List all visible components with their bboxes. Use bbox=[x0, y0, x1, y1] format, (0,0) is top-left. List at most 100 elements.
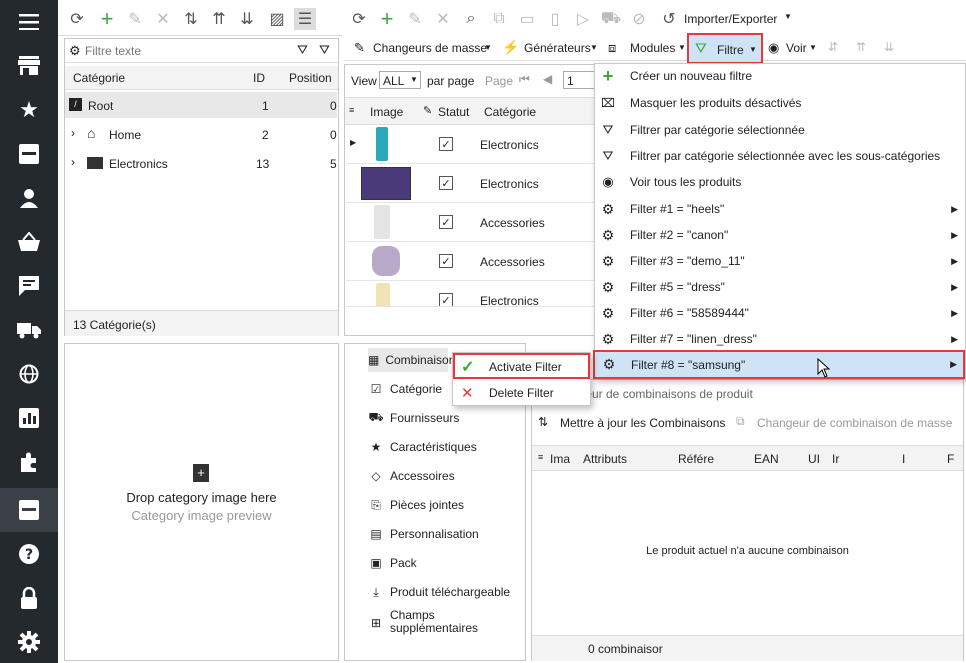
filter-menu-item[interactable]: ⛛ Filtrer par catégorie sélectionnée bbox=[594, 117, 964, 143]
move-folder-icon[interactable]: ▷ bbox=[572, 8, 594, 30]
prev-page-icon[interactable]: ◀ bbox=[543, 72, 552, 86]
tab-pack[interactable]: ▣ Pack bbox=[368, 551, 416, 575]
view-select[interactable]: ALL ▼ bbox=[379, 71, 421, 89]
col-isbn[interactable]: Ir bbox=[832, 452, 839, 466]
paste-icon[interactable]: ▭ bbox=[516, 8, 538, 30]
move-up-icon[interactable]: ⇈ bbox=[208, 8, 230, 30]
tab-suppliers[interactable]: ⛟ Fournisseurs bbox=[368, 406, 459, 430]
status-checkbox[interactable]: ✓ bbox=[439, 293, 453, 306]
row-menu-icon[interactable]: ≡ bbox=[349, 105, 354, 115]
col-final[interactable]: F bbox=[947, 452, 954, 466]
sort-alpha-icon[interactable]: ⇵ bbox=[828, 40, 838, 54]
category-row-root[interactable]: / Root 1 0 bbox=[65, 92, 337, 118]
col-ean[interactable]: EAN bbox=[754, 452, 779, 466]
store-icon[interactable] bbox=[17, 54, 41, 78]
inbox-icon[interactable] bbox=[17, 142, 41, 166]
col-image[interactable]: Ima bbox=[550, 452, 570, 466]
category-row-electronics[interactable]: › Electronics 13 5 bbox=[65, 150, 337, 176]
col-category[interactable]: Catégorie bbox=[484, 105, 536, 119]
filter-menu-item[interactable]: ⚙ Filter #5 = "dress" ▶ bbox=[594, 274, 964, 300]
clear-filter-icon[interactable]: ⛛ bbox=[319, 42, 330, 58]
move-up-products-icon[interactable]: ⇈ bbox=[856, 40, 866, 54]
generators-button[interactable]: Générateurs bbox=[524, 41, 591, 55]
col-status[interactable]: Statut bbox=[438, 105, 469, 119]
star-icon[interactable]: ★ bbox=[17, 97, 41, 122]
mass-combination-changer[interactable]: Changeur de combinaison de masse bbox=[757, 416, 952, 430]
tab-downloadable[interactable]: ⤓ Produit téléchargeable bbox=[368, 580, 510, 604]
tab-attachments[interactable]: ⎘ Pièces jointes bbox=[368, 493, 464, 517]
delete-filter-item[interactable]: ✕ Delete Filter bbox=[453, 380, 590, 406]
col-position[interactable]: Position bbox=[289, 71, 332, 85]
col-impact[interactable]: I bbox=[902, 452, 905, 466]
filter-menu-item[interactable]: ⚙ Filter #7 = "linen_dress" ▶ bbox=[594, 326, 964, 352]
modules-button[interactable]: Modules bbox=[630, 41, 675, 55]
image-edit-icon[interactable]: ▨ bbox=[266, 8, 288, 30]
user-icon[interactable] bbox=[17, 186, 41, 210]
unlink-icon[interactable]: ⊘ bbox=[628, 8, 650, 30]
update-combinations-button[interactable]: Mettre à jour les Combinaisons bbox=[560, 416, 725, 430]
settings-gear-icon[interactable] bbox=[17, 630, 41, 654]
filter-menu-item[interactable]: ⚙ Filter #1 = "heels" ▶ bbox=[594, 196, 964, 222]
row-menu-icon[interactable]: ≡ bbox=[538, 452, 543, 462]
move-down-products-icon[interactable]: ⇊ bbox=[884, 40, 894, 54]
col-attributes[interactable]: Attributs bbox=[583, 452, 627, 466]
product-row[interactable]: ▶ ✓ Electronics bbox=[346, 125, 596, 164]
tab-extra-fields[interactable]: ⊞ Champs supplémentaires bbox=[368, 609, 490, 637]
col-upc[interactable]: UI bbox=[808, 452, 820, 466]
delete-icon[interactable]: ✕ bbox=[152, 8, 174, 30]
basket-icon[interactable] bbox=[17, 230, 41, 254]
tab-features[interactable]: ★ Caractéristiques bbox=[368, 435, 477, 459]
filter-menu-item[interactable]: ⛛ Filtrer par catégorie sélectionnée avec… bbox=[594, 143, 964, 169]
truck-assign-icon[interactable]: ⛟ bbox=[600, 8, 622, 30]
expand-chevron-icon[interactable]: › bbox=[71, 126, 75, 140]
status-checkbox[interactable]: ✓ bbox=[439, 215, 453, 229]
col-category[interactable]: Catégorie bbox=[73, 71, 125, 85]
catalog-icon[interactable] bbox=[17, 498, 41, 522]
add-icon[interactable]: + bbox=[96, 6, 118, 31]
view-button[interactable]: Voir bbox=[786, 41, 807, 55]
help-icon[interactable]: ? bbox=[17, 542, 41, 566]
globe-icon[interactable] bbox=[17, 362, 41, 386]
product-row[interactable]: ✓ Electronics bbox=[346, 281, 596, 307]
sort-icon[interactable]: ⇅ bbox=[180, 8, 202, 30]
filter-menu-item[interactable]: ⌧ Masquer les produits désactivés bbox=[594, 90, 964, 116]
filter-menu-item[interactable]: ⚙ Filter #6 = "58589444" ▶ bbox=[594, 300, 964, 326]
mass-changers-button[interactable]: Changeurs de masse bbox=[373, 41, 487, 55]
status-checkbox[interactable]: ✓ bbox=[439, 176, 453, 190]
col-id[interactable]: ID bbox=[253, 71, 265, 85]
import-export-caret-icon[interactable]: ▼ bbox=[784, 12, 792, 21]
lock-icon[interactable] bbox=[17, 586, 41, 610]
filter-menu-item[interactable]: ⚙ Filter #8 = "samsung" ▶ bbox=[593, 350, 965, 379]
settings-small-icon[interactable]: ⚙ bbox=[69, 43, 81, 59]
tab-category[interactable]: ☑ Catégorie bbox=[368, 377, 442, 401]
col-image[interactable]: Image bbox=[370, 105, 403, 119]
import-export-button[interactable]: Importer/Exporter bbox=[684, 12, 777, 26]
add-product-icon[interactable]: + bbox=[376, 6, 398, 31]
refresh-icon[interactable]: ⟳ bbox=[66, 8, 88, 30]
truck-icon[interactable] bbox=[17, 318, 41, 342]
product-row[interactable]: ✓ Accessories bbox=[346, 242, 596, 281]
duplicate-icon[interactable]: ▯ bbox=[544, 8, 566, 30]
product-row[interactable]: ✓ Electronics bbox=[346, 164, 596, 203]
category-filter-input[interactable] bbox=[85, 41, 285, 61]
product-row[interactable]: ✓ Accessories bbox=[346, 203, 596, 242]
status-checkbox[interactable]: ✓ bbox=[439, 254, 453, 268]
refresh-products-icon[interactable]: ⟳ bbox=[348, 8, 370, 30]
puzzle-icon[interactable] bbox=[17, 450, 41, 474]
expand-chevron-icon[interactable]: › bbox=[71, 155, 75, 169]
delete-product-icon[interactable]: ✕ bbox=[432, 8, 454, 30]
import-export-icon[interactable]: ↺ bbox=[658, 8, 680, 30]
col-reference[interactable]: Référe bbox=[678, 452, 714, 466]
generator-text[interactable]: teur de combinaisons de produit bbox=[582, 387, 753, 401]
tab-combinations[interactable]: ▦ Combinaisons bbox=[368, 348, 461, 372]
filter-menu-item[interactable]: ◉ Voir tous les produits bbox=[594, 169, 964, 195]
search-icon[interactable]: ⌕ bbox=[460, 8, 482, 30]
hamburger-menu-icon[interactable] bbox=[17, 10, 41, 34]
filter-menu-item[interactable]: ⚙ Filter #3 = "demo_11" ▶ bbox=[594, 248, 964, 274]
category-image-panel[interactable]: + Drop category image here Category imag… bbox=[64, 343, 339, 661]
filter-menu-item[interactable]: + Créer un nouveau filtre bbox=[594, 63, 964, 89]
stats-icon[interactable] bbox=[17, 406, 41, 430]
tab-customization[interactable]: ▤ Personnalisation bbox=[368, 522, 478, 546]
filter-button[interactable]: ⛛ Filtre ▼ bbox=[687, 33, 763, 64]
first-page-icon[interactable]: ⏮ bbox=[519, 72, 530, 87]
